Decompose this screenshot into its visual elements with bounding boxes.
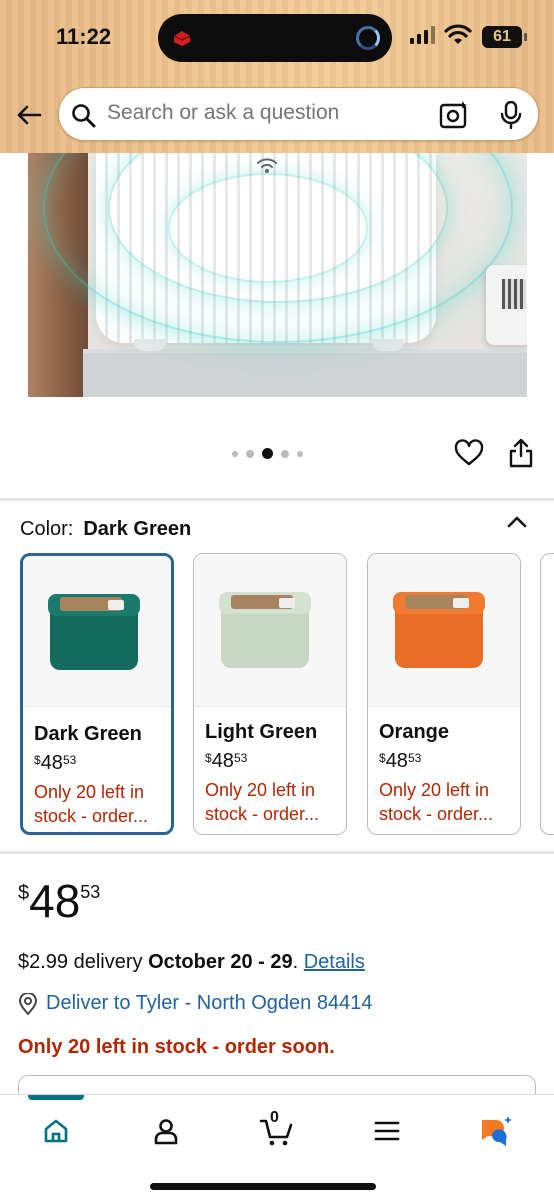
color-option-dark-green[interactable]: Dark Green $4853 Only 20 left in stock -… (20, 553, 174, 835)
carousel-dot-active[interactable] (262, 448, 273, 459)
dark-green-box (50, 608, 138, 670)
microphone-icon[interactable] (499, 101, 523, 129)
color-selector-label: Color: Dark Green (20, 518, 191, 541)
color-swatches: Dark Green $4853 Only 20 left in stock -… (20, 553, 554, 836)
back-arrow-icon[interactable] (14, 100, 44, 130)
section-divider (0, 498, 554, 501)
status-time: 11:22 (56, 24, 112, 49)
search-icon (72, 104, 96, 128)
camera-search-icon[interactable] (439, 101, 469, 129)
nav-account[interactable] (146, 1113, 186, 1149)
location-pin-icon (18, 992, 38, 1015)
swatch-price: $4853 (379, 750, 422, 772)
carousel-dots[interactable] (232, 448, 303, 459)
color-option-light-green[interactable]: Light Green $4853 Only 20 left in stock … (193, 553, 347, 835)
app-activity-icon (173, 31, 191, 46)
selected-color: Dark Green (83, 518, 192, 540)
details-link[interactable]: Details (304, 951, 365, 973)
product-price: $4853 (18, 875, 101, 927)
swatch-stock: Only 20 left in stock - order... (205, 780, 320, 824)
heart-icon[interactable] (454, 439, 484, 467)
product-wifi-symbol-icon (257, 158, 277, 173)
battery-indicator: 61 (482, 26, 527, 48)
progress-ring-icon (356, 26, 380, 50)
swatch-price: $4853 (205, 750, 248, 772)
product-image[interactable] (28, 153, 527, 397)
delivery-info: $2.99 delivery October 20 - 29. Details (18, 951, 365, 973)
search-bar[interactable] (58, 87, 539, 141)
menu-icon (374, 1121, 400, 1141)
share-icon[interactable] (508, 438, 534, 468)
swatch-name: Dark Green (34, 723, 142, 745)
carousel-dot[interactable] (232, 450, 238, 457)
swatch-image (194, 554, 346, 707)
wifi-icon (444, 24, 472, 44)
color-option-partial[interactable] (540, 553, 554, 835)
home-indicator (150, 1183, 376, 1190)
dynamic-island (158, 14, 392, 62)
carousel-dot[interactable] (297, 450, 303, 457)
home-icon (44, 1119, 68, 1143)
nav-cart[interactable]: 0 (257, 1109, 297, 1149)
swatch-name: Orange (379, 721, 450, 743)
color-label: Color: (20, 518, 74, 540)
cellular-signal-icon (410, 26, 435, 44)
swatch-price: $4853 (34, 752, 77, 774)
swatch-image (368, 554, 520, 707)
carousel-dot[interactable] (281, 449, 289, 458)
section-divider (0, 851, 554, 854)
header: 11:22 61 (0, 0, 554, 153)
swatch-stock: Only 20 left in stock - order... (34, 782, 149, 826)
ai-assistant-icon (482, 1116, 512, 1146)
nav-rufus-ai[interactable] (476, 1113, 516, 1149)
nav-menu[interactable] (367, 1113, 407, 1149)
chevron-up-icon[interactable] (506, 514, 528, 530)
swatch-stock: Only 20 left in stock - order... (379, 780, 494, 824)
swatch-name: Light Green (205, 721, 318, 743)
carousel-dot[interactable] (246, 449, 254, 458)
active-tab-indicator (28, 1095, 84, 1100)
deliver-to-location[interactable]: Deliver to Tyler - North Ogden 84414 (18, 992, 372, 1015)
nav-home[interactable] (36, 1113, 76, 1149)
stock-message: Only 20 left in stock - order soon. (18, 1036, 335, 1058)
product-device (486, 265, 527, 345)
location-text[interactable]: Deliver to Tyler - North Ogden 84414 (46, 992, 372, 1015)
cart-count: 0 (270, 1109, 279, 1126)
account-icon (154, 1119, 178, 1145)
search-input[interactable] (107, 101, 427, 125)
swatch-image (23, 556, 171, 707)
color-option-orange[interactable]: Orange $4853 Only 20 left in stock - ord… (367, 553, 521, 835)
